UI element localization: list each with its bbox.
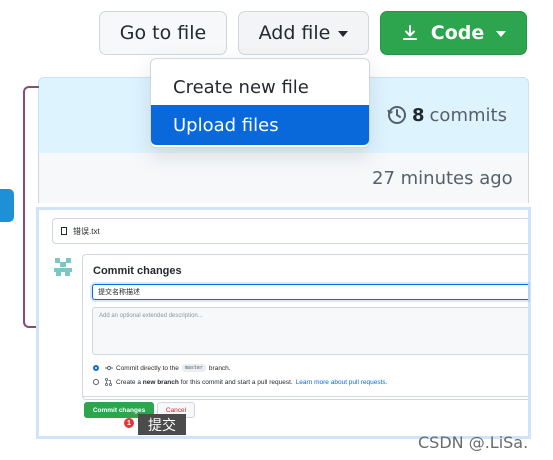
option-commit-direct[interactable]: Commit directly to the master branch.: [93, 364, 231, 372]
commit-changes-label: Commit changes: [92, 406, 146, 414]
branch-name: master: [181, 364, 206, 372]
divider: [82, 396, 528, 397]
watermark: CSDN @.LiSa.: [418, 433, 529, 452]
annotation-marker: [0, 189, 14, 222]
annotation-label-text: 提交: [148, 417, 176, 434]
commits-link[interactable]: 8 commits: [386, 104, 507, 126]
add-file-label: Add file: [258, 22, 331, 44]
commit-count: 8: [412, 104, 425, 126]
menu-item-label: Create new file: [173, 76, 309, 98]
annotation-label: 提交: [138, 414, 186, 435]
commit-heading: Commit changes: [93, 265, 182, 277]
caret-down-icon: [338, 31, 349, 37]
option-direct-suffix: branch.: [208, 364, 231, 372]
menu-item-create-new-file[interactable]: Create new file: [151, 67, 369, 107]
caret-down-icon: [496, 31, 507, 37]
option-new-branch-bold: new branch: [142, 378, 179, 386]
cancel-label: Cancel: [165, 406, 187, 414]
add-file-dropdown: Create new file Upload files: [150, 58, 370, 148]
go-to-file-label: Go to file: [119, 22, 207, 44]
commit-title-value: 提交名称描述: [98, 289, 140, 296]
pull-request-icon: [105, 378, 112, 386]
menu-item-upload-files[interactable]: Upload files: [151, 105, 369, 145]
option-new-branch-suffix: for this commit and start a pull request…: [180, 378, 293, 386]
code-button[interactable]: Code: [380, 11, 527, 55]
commit-icon: [105, 365, 113, 371]
menu-item-label: Upload files: [173, 114, 279, 136]
add-file-button[interactable]: Add file: [238, 11, 369, 55]
option-new-branch[interactable]: Create a new branch for this commit and …: [93, 378, 387, 386]
commit-description-textarea[interactable]: Add an optional extended description...: [92, 307, 528, 355]
file-icon: [61, 227, 67, 235]
radio-unselected-icon[interactable]: [93, 379, 99, 385]
avatar: [52, 256, 74, 278]
download-icon: [402, 25, 417, 40]
option-direct-prefix: Commit directly to the: [116, 364, 179, 372]
commit-title-input[interactable]: 提交名称描述: [92, 284, 528, 300]
go-to-file-button[interactable]: Go to file: [99, 11, 227, 55]
annotation-number-badge: 1: [124, 418, 134, 428]
annotation-number: 1: [127, 419, 131, 427]
radio-selected-icon[interactable]: [93, 365, 99, 371]
file-item: 错误.txt: [52, 218, 528, 244]
learn-more-link[interactable]: Learn more about pull requests.: [296, 379, 388, 386]
last-updated-time: 27 minutes ago: [372, 168, 513, 189]
option-new-branch-prefix: Create a: [116, 378, 141, 386]
history-icon: [387, 106, 406, 124]
description-placeholder: Add an optional extended description...: [99, 313, 203, 319]
file-name: 错误.txt: [73, 226, 100, 236]
commits-label: commits: [429, 104, 507, 126]
code-label: Code: [430, 22, 485, 44]
